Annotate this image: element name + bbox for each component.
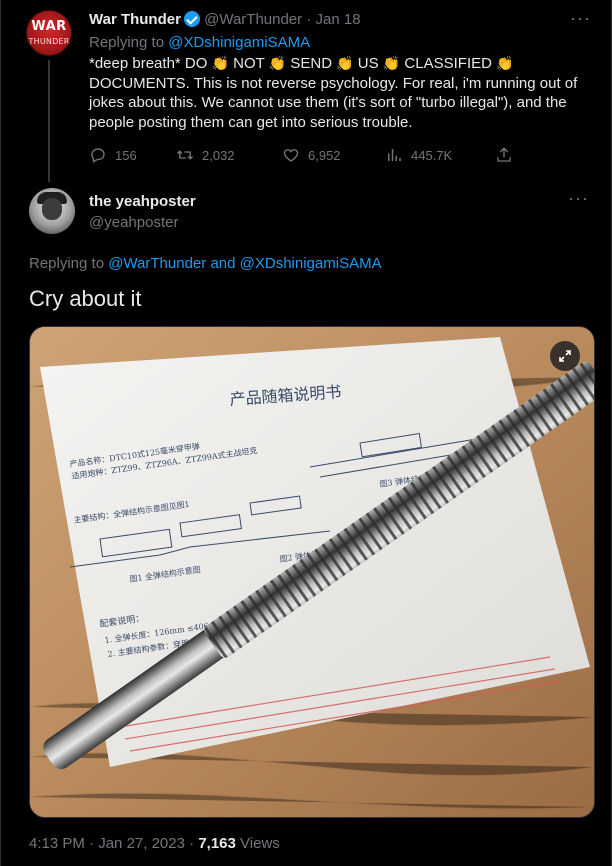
- text-segment: CLASSIFIED: [400, 55, 497, 72]
- tweet-time[interactable]: 4:13 PM: [29, 835, 85, 852]
- thread-connector-line: [48, 60, 50, 182]
- author-handle[interactable]: @WarThunder: [204, 11, 302, 28]
- separator-dot: ·: [306, 11, 312, 28]
- retweet-button[interactable]: 2,032: [176, 146, 235, 164]
- reply-mention-link[interactable]: @WarThunder: [108, 255, 206, 272]
- replying-to-label: Replying to: [89, 34, 165, 51]
- replying-to-label: Replying to: [29, 255, 105, 272]
- like-count: 6,952: [308, 147, 341, 163]
- clap-emoji: 👏: [336, 55, 354, 71]
- separator-dot: ·: [89, 835, 95, 852]
- retweet-count: 2,032: [202, 147, 235, 163]
- avatar-warthunder[interactable]: WAR THUNDER: [26, 10, 72, 56]
- verified-badge-icon: [183, 11, 200, 27]
- more-icon[interactable]: ···: [568, 188, 589, 209]
- reply-count: 156: [115, 147, 137, 163]
- reply-and-label: and: [210, 255, 236, 272]
- main-tweet-text: Cry about it: [29, 286, 142, 311]
- clap-emoji: 👏: [382, 55, 401, 71]
- reply-mention-link[interactable]: @XDshinigamiSAMA: [240, 255, 382, 272]
- replying-to-line: Replying to @XDshinigamiSAMA: [89, 34, 310, 51]
- tweet-actions-bar: 156 2,032 6,952 445.7K: [89, 146, 529, 168]
- avatar-yeahposter[interactable]: [29, 188, 75, 234]
- separator-dot: ·: [189, 835, 195, 852]
- clap-emoji: 👏: [268, 55, 287, 71]
- share-icon: [497, 147, 511, 162]
- avatar-logo-text-bottom: THUNDER: [28, 37, 70, 46]
- reply-button[interactable]: 156: [89, 146, 137, 164]
- avatar-logo-text-top: WAR: [31, 19, 67, 34]
- parent-tweet-text: *deep breath* DO 👏 NOT 👏 SEND 👏 US 👏 CLA…: [89, 54, 594, 132]
- tweet-date[interactable]: Jan 18: [316, 11, 361, 28]
- text-segment: DOCUMENTS. This is not reverse psycholog…: [89, 74, 578, 131]
- parent-tweet-header: War Thunder @WarThunder · Jan 18: [89, 11, 361, 28]
- replying-to-line: Replying to @WarThunder and @XDshinigami…: [29, 255, 382, 272]
- author-handle[interactable]: @yeahposter: [89, 214, 178, 231]
- photo-scene: 产品随箱说明书 产品名称：DTC10式125毫米穿甲弹 适用炮种：ZTZ99、Z…: [30, 327, 594, 817]
- views-button[interactable]: 445.7K: [385, 146, 452, 164]
- author-name[interactable]: the yeahposter: [89, 193, 196, 210]
- parent-tweet[interactable]: WAR THUNDER War Thunder @WarThunder · Ja…: [1, 0, 612, 182]
- author-name[interactable]: War Thunder: [89, 11, 181, 28]
- clap-emoji: 👏: [211, 55, 230, 71]
- clap-emoji: 👏: [496, 55, 514, 71]
- expand-media-button[interactable]: [550, 341, 580, 371]
- text-segment: NOT: [229, 55, 269, 72]
- tweet-timestamp-line: 4:13 PM · Jan 27, 2023 · 7,163 Views: [29, 835, 280, 852]
- view-count: 445.7K: [411, 147, 453, 163]
- tweet-date[interactable]: Jan 27, 2023: [98, 835, 185, 852]
- text-segment: US: [353, 55, 383, 72]
- more-icon[interactable]: ···: [570, 8, 591, 29]
- reply-mention-link[interactable]: @XDshinigamiSAMA: [168, 34, 310, 51]
- text-segment: SEND: [286, 55, 337, 72]
- avatar-face: [42, 198, 62, 220]
- share-button[interactable]: [495, 146, 521, 164]
- analytics-icon: [388, 149, 401, 161]
- retweet-icon: [177, 150, 193, 160]
- tweet-media-photo[interactable]: 产品随箱说明书 产品名称：DTC10式125毫米穿甲弹 适用炮种：ZTZ99、Z…: [29, 326, 595, 818]
- views-label: Views: [240, 835, 280, 852]
- expand-icon: [559, 350, 571, 362]
- views-count[interactable]: 7,163: [198, 835, 236, 852]
- text-segment: *deep breath* DO: [89, 55, 212, 72]
- like-button[interactable]: 6,952: [282, 146, 341, 164]
- heart-icon: [283, 149, 299, 162]
- tweet-thread: WAR THUNDER War Thunder @WarThunder · Ja…: [0, 0, 612, 866]
- reply-icon: [91, 148, 105, 163]
